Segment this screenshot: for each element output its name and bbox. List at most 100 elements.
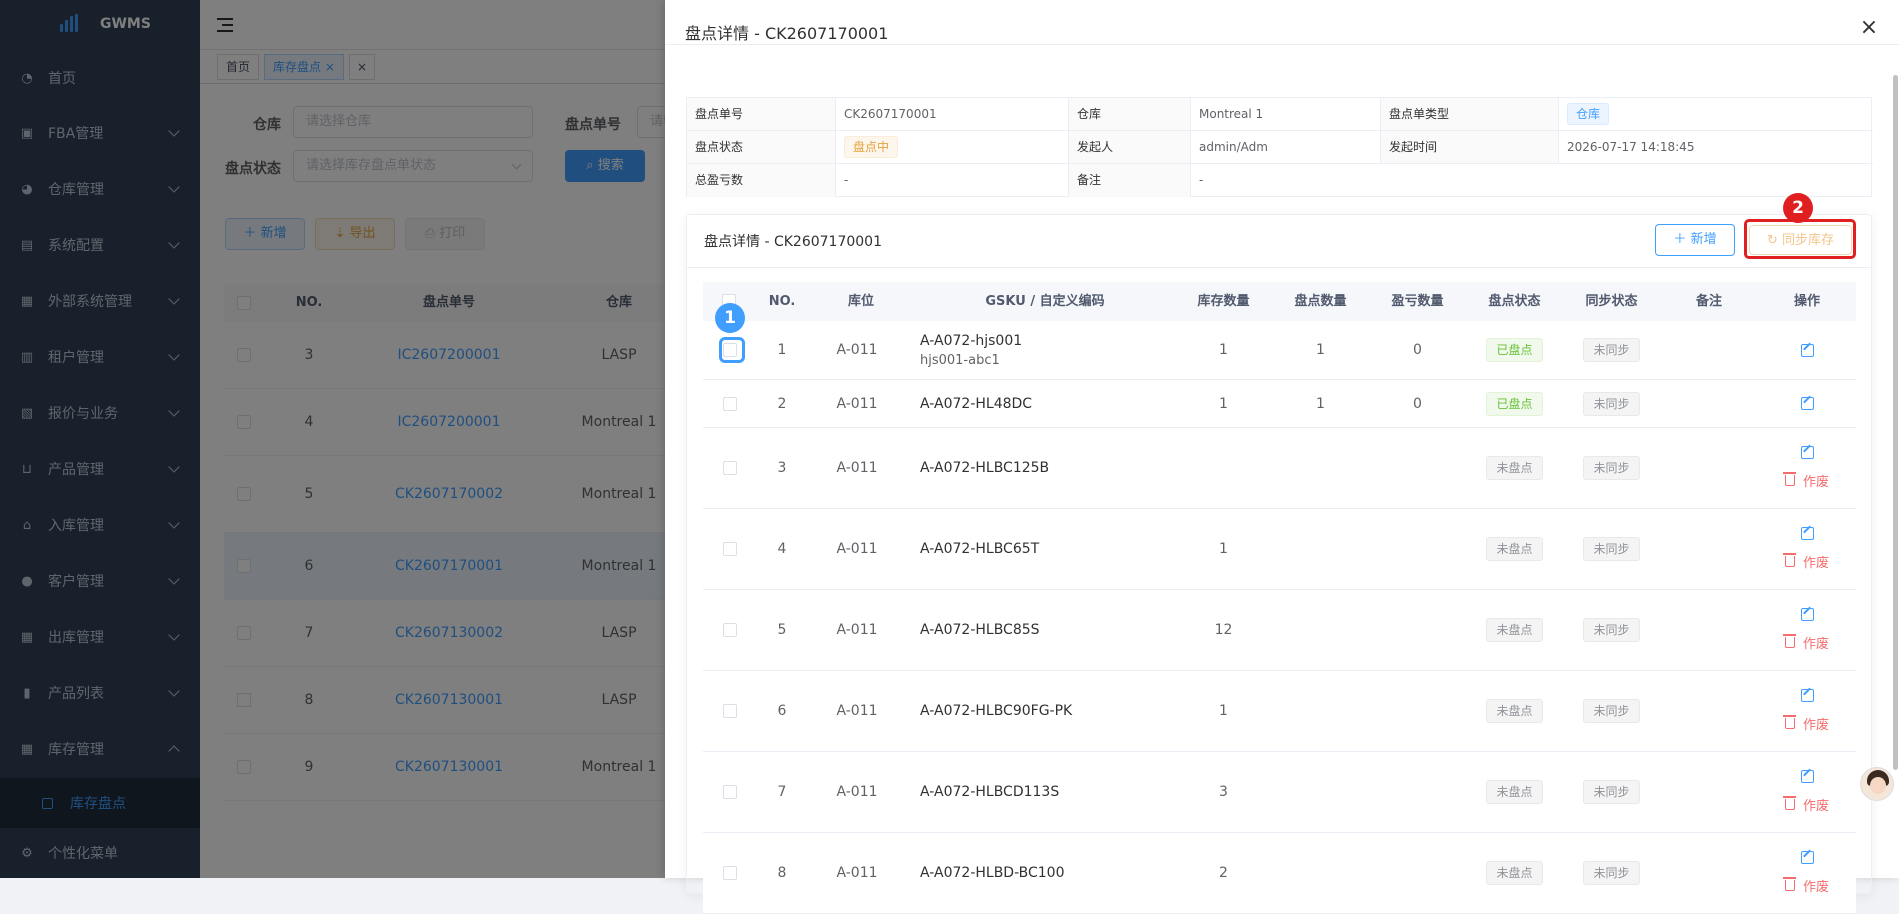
void-label: 作废 <box>1802 799 1829 814</box>
column-header: 盘点状态 <box>1466 282 1563 321</box>
edit-icon[interactable] <box>1800 689 1814 702</box>
desc-value-order-no: CK2607170001 <box>836 98 1069 131</box>
row-sku-cell: A-A072-HLBC85S <box>920 590 1180 670</box>
row-sku: A-A072-hjs001 <box>920 332 1023 349</box>
row-checkbox[interactable] <box>723 623 737 637</box>
status-badge: 已盘点 <box>1486 391 1543 416</box>
table-row[interactable]: 3 A-011 A-A072-HLBC125B 未盘点 未同步 作废 <box>703 428 1856 509</box>
table-row[interactable]: 7 A-011 A-A072-HLBCD113S 3 未盘点 未同步作废 <box>703 752 1856 833</box>
edit-icon[interactable] <box>1800 397 1814 410</box>
edit-icon[interactable] <box>1800 608 1814 621</box>
row-location: A-011 <box>836 342 878 358</box>
edit-icon[interactable] <box>1800 770 1814 783</box>
row-diff-qty: 0 <box>1413 342 1422 358</box>
column-header: 同步状态 <box>1563 282 1660 321</box>
row-remark <box>1660 671 1758 751</box>
row-checkbox[interactable] <box>723 704 737 718</box>
edit-icon[interactable] <box>1800 446 1814 459</box>
row-sku: A-A072-HLBC90FG-PK <box>920 703 1073 719</box>
desc-label: 总盈亏数 <box>687 164 836 197</box>
void-label: 作废 <box>1802 718 1829 733</box>
void-label: 作废 <box>1802 637 1829 652</box>
void-button[interactable]: 作废 <box>1782 471 1829 490</box>
row-location: A-011 <box>836 541 878 557</box>
row-checkbox[interactable] <box>723 542 737 556</box>
row-count-qty <box>1272 590 1369 670</box>
assistant-avatar[interactable] <box>1860 767 1894 801</box>
status-badge: 未盘点 <box>1486 780 1543 804</box>
row-sync-cell: 未同步 <box>1563 752 1660 832</box>
status-badge: 未盘点 <box>1486 861 1543 885</box>
table-row[interactable]: 8 A-011 A-A072-HLBD-BC100 2 未盘点 未同步 作废 <box>703 833 1856 914</box>
edit-icon[interactable] <box>1800 343 1814 357</box>
row-stock-qty: 3 <box>1219 784 1228 800</box>
row-remark <box>1660 752 1758 832</box>
table-row[interactable]: 6 A-011 A-A072-HLBC90FG-PK 1 未盘点 未同步 作废 <box>703 671 1856 752</box>
row-location: A-011 <box>836 784 878 800</box>
row-no: 4 <box>777 541 787 557</box>
sync-badge: 未同步 <box>1583 338 1640 362</box>
row-checkbox-cell <box>703 833 757 913</box>
row-checkbox-cell <box>703 671 757 751</box>
row-checkbox[interactable] <box>723 785 737 799</box>
row-location: A-011 <box>836 395 878 412</box>
table-row[interactable]: 2 A-011 A-A072-HL48DC 1 1 0 已盘点 未同步 <box>703 380 1856 428</box>
row-diff-qty <box>1369 590 1466 670</box>
column-header: 库存数量 <box>1175 282 1272 321</box>
table-row[interactable]: 1 A-011 A-A072-hjs001 hjs001-abc1 1 1 0 已盘点 未同步 <box>703 321 1856 380</box>
edit-icon[interactable] <box>1800 851 1814 864</box>
row-sync-cell: 未同步 <box>1563 321 1660 379</box>
row-count-qty: 1 <box>1316 342 1325 358</box>
void-button[interactable]: 作废 <box>1782 795 1829 814</box>
desc-label: 盘点单类型 <box>1381 98 1559 131</box>
void-button[interactable]: 作废 <box>1782 552 1829 571</box>
row-actions <box>1758 321 1856 379</box>
edit-icon[interactable] <box>1800 527 1814 540</box>
row-diff-qty: 0 <box>1413 395 1422 412</box>
row-checkbox[interactable] <box>723 461 737 475</box>
row-no: 7 <box>777 784 787 800</box>
trash-icon <box>1782 472 1796 486</box>
void-button[interactable]: 作废 <box>1782 714 1829 733</box>
row-count-qty <box>1272 428 1369 508</box>
row-diff-qty <box>1369 509 1466 589</box>
card-add-button[interactable]: ＋ 新增 <box>1655 224 1735 256</box>
desc-value-time: 2026-07-17 14:18:45 <box>1559 131 1873 164</box>
row-location: A-011 <box>836 622 878 638</box>
void-button[interactable]: 作废 <box>1782 633 1829 652</box>
table-row[interactable]: 4 A-011 A-A072-HLBC65T 1 未盘点 未同步 作废 <box>703 509 1856 590</box>
status-badge: 未盘点 <box>1486 618 1543 642</box>
row-checkbox[interactable] <box>723 396 737 411</box>
row-diff-qty <box>1369 671 1466 751</box>
row-stock-qty: 2 <box>1219 865 1228 881</box>
row-count-qty <box>1272 671 1369 751</box>
annotation-marker: 2 <box>1783 193 1813 223</box>
close-icon[interactable]: × <box>1859 17 1879 39</box>
row-sku: A-A072-HLBCD113S <box>920 784 1060 800</box>
row-diff-qty <box>1369 428 1466 508</box>
row-custom-code: hjs001-abc1 <box>920 352 1000 368</box>
desc-label: 备注 <box>1069 164 1191 197</box>
row-actions: 作废 <box>1758 671 1856 751</box>
row-count-qty <box>1272 833 1369 913</box>
row-status-cell: 未盘点 <box>1466 833 1563 913</box>
void-label: 作废 <box>1802 556 1829 571</box>
row-location: A-011 <box>836 865 878 881</box>
sync-badge: 未同步 <box>1583 618 1640 642</box>
row-sync-cell: 未同步 <box>1563 380 1660 427</box>
column-header: 盘点数量 <box>1272 282 1369 321</box>
desc-label: 盘点单号 <box>687 98 836 131</box>
row-actions: 作废 <box>1758 833 1856 913</box>
table-row[interactable]: 5 A-011 A-A072-HLBC85S 12 未盘点 未同步 作废 <box>703 590 1856 671</box>
row-actions: 作废 <box>1758 590 1856 670</box>
row-stock-qty: 1 <box>1219 541 1228 557</box>
row-no: 3 <box>777 460 787 476</box>
scrollbar[interactable] <box>1893 75 1898 770</box>
row-no: 5 <box>777 622 787 638</box>
desc-value-status: 盘点中 <box>836 131 1069 164</box>
row-no: 8 <box>777 865 787 881</box>
row-status-cell: 未盘点 <box>1466 509 1563 589</box>
type-badge: 仓库 <box>1567 103 1610 125</box>
desc-value-total: - <box>836 164 1069 197</box>
void-button[interactable]: 作废 <box>1782 876 1829 895</box>
